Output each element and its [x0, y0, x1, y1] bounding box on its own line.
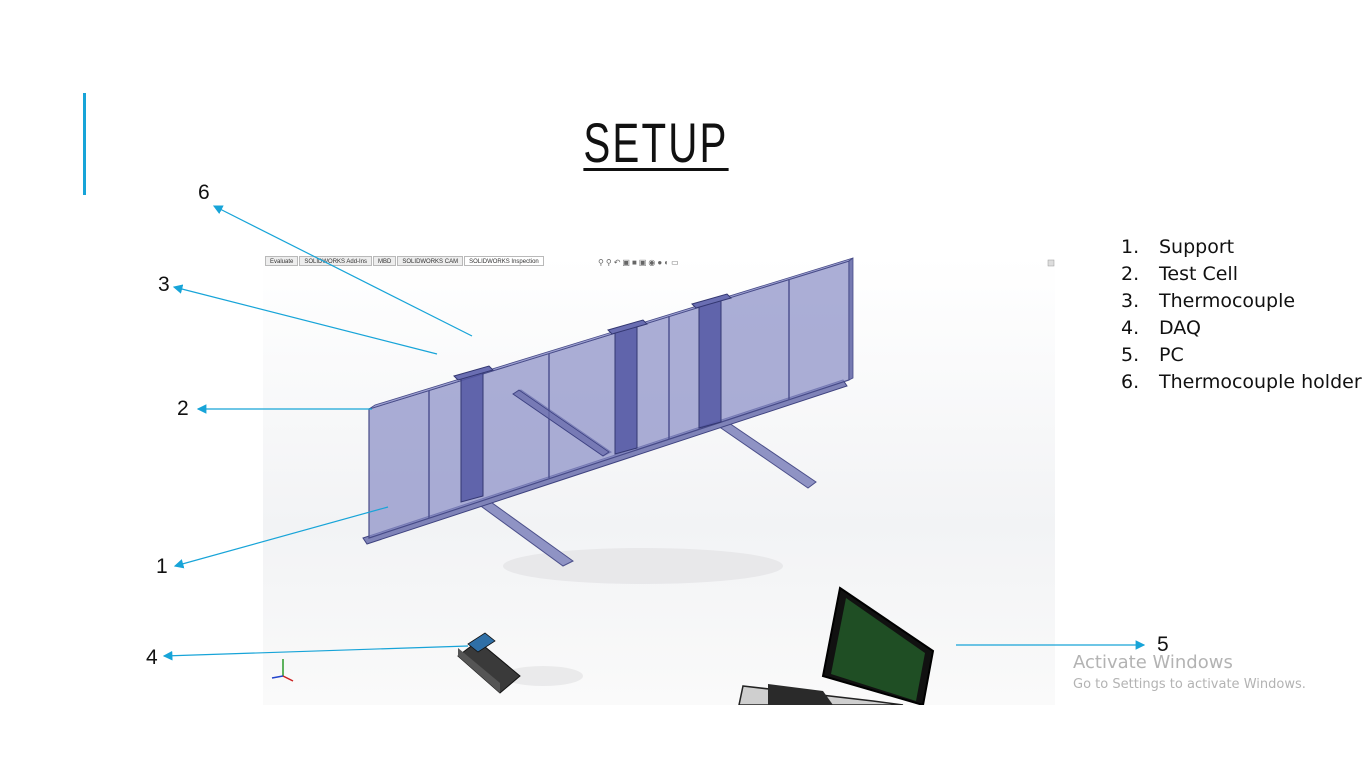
- legend-number: 2.: [1121, 263, 1140, 285]
- callout-4: 4: [146, 646, 158, 669]
- legend-number: 3.: [1121, 290, 1140, 312]
- cad-screenshot: Evaluate SOLIDWORKS Add-Ins MBD SOLIDWOR…: [263, 256, 1055, 705]
- legend-number: 1.: [1121, 236, 1140, 258]
- legend-item: 5. PC: [1121, 342, 1362, 369]
- legend-label: Support: [1159, 236, 1235, 258]
- viewport-close-icon[interactable]: [1047, 259, 1055, 267]
- legend-label: DAQ: [1159, 317, 1201, 339]
- legend-list: 1. Support 2. Test Cell 3. Thermocouple 4. D…: [1121, 234, 1362, 396]
- axis-triad-icon: [271, 659, 294, 682]
- activation-watermark: Activate Windows Go to Settings to activ…: [1073, 652, 1306, 692]
- accent-bar: [83, 93, 86, 195]
- legend-number: 5.: [1121, 344, 1140, 366]
- legend-number: 4.: [1121, 317, 1140, 339]
- laptop: [738, 586, 935, 705]
- callout-2: 2: [177, 397, 189, 420]
- callout-3: 3: [158, 273, 170, 296]
- slide-title: SETUP: [583, 111, 729, 174]
- daq-device: [457, 632, 521, 694]
- legend-item: 3. Thermocouple: [1121, 288, 1362, 315]
- callout-1: 1: [156, 555, 168, 578]
- legend-item: 6. Thermocouple holder: [1121, 369, 1362, 396]
- callout-6: 6: [198, 181, 210, 204]
- watermark-title: Activate Windows: [1073, 652, 1233, 673]
- legend-label: PC: [1159, 344, 1184, 366]
- watermark-subtitle: Go to Settings to activate Windows.: [1073, 677, 1306, 692]
- legend-label: Thermocouple holder: [1159, 371, 1362, 393]
- cad-model: [271, 257, 1055, 705]
- legend-label: Test Cell: [1159, 263, 1238, 285]
- legend-label: Thermocouple: [1159, 290, 1296, 312]
- legend-item: 2. Test Cell: [1121, 261, 1362, 288]
- test-cell-panel: [368, 257, 854, 539]
- legend-item: 4. DAQ: [1121, 315, 1362, 342]
- legend-item: 1. Support: [1121, 234, 1362, 261]
- legend-number: 6.: [1121, 371, 1140, 393]
